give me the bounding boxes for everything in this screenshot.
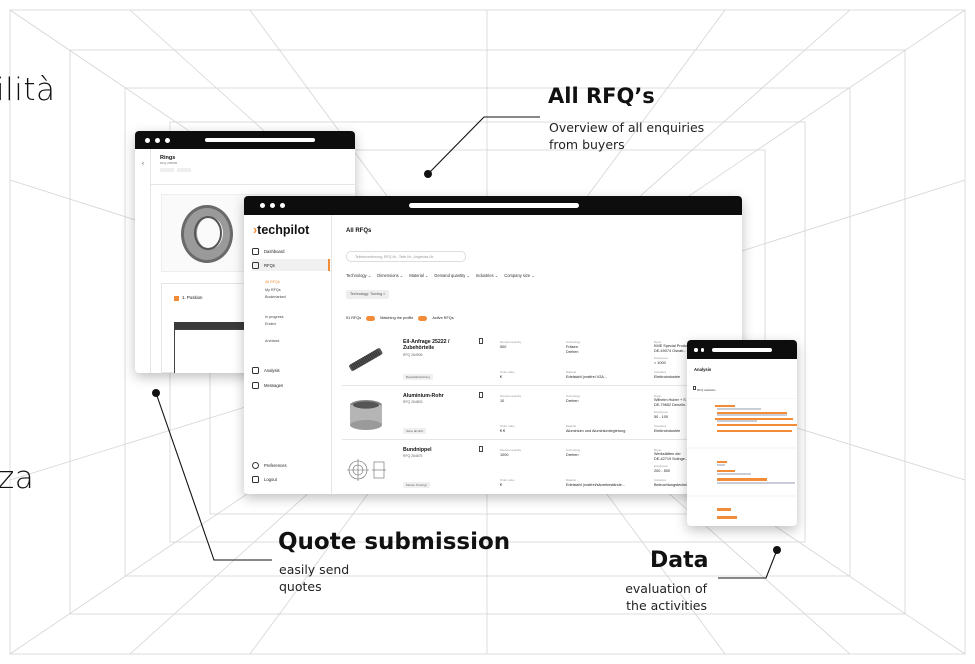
detail-tag [160, 168, 174, 172]
techpilot-logo[interactable]: ›techpilot [253, 223, 309, 237]
filter-material[interactable]: Material ⌄ [409, 273, 428, 278]
rfq-tag: Serie ähnlich [403, 428, 427, 434]
callout-data-title: Data [650, 548, 709, 573]
filter-technology[interactable]: Technology ⌄ [346, 273, 371, 278]
rfq-count: 51 RFQs [346, 316, 362, 321]
callout-quote-subtitle: easily send quotes [279, 562, 350, 594]
bookmark-icon[interactable] [479, 446, 483, 452]
callout-all-rfqs-subtitle: Overview of all enquiries from buyers [549, 120, 705, 152]
position-label: 1. Position [182, 295, 203, 300]
search-input[interactable]: Teilebezeichnung, RFQ-Nr., Teile-Nr., An… [346, 251, 466, 262]
window-dot [694, 348, 698, 352]
url-bar[interactable] [409, 203, 579, 208]
sidebar-item-logout[interactable]: Logout [252, 473, 330, 485]
stats-icon [693, 386, 696, 390]
sidebar-item-my-rfqs[interactable]: My RFQs [265, 288, 281, 292]
analysis-window: Analysis RFQ statistics [687, 340, 797, 526]
window-dot [145, 138, 150, 143]
rfq-number: RFQ 264675 [403, 454, 423, 458]
filter-industries[interactable]: Industries ⌄ [476, 273, 498, 278]
table-row[interactable]: Aluminium-Rohr RFQ 264803 Serie ähnlich … [342, 388, 742, 440]
sidebar-item-in-progress[interactable]: In progress [265, 315, 283, 319]
position-marker-icon [174, 296, 179, 301]
window-dot [280, 203, 285, 208]
toggle-active-rfqs[interactable] [418, 316, 428, 321]
window-title-bar [244, 196, 742, 215]
filter-company-size[interactable]: Company size ⌄ [504, 273, 535, 278]
rfq-tag: Bestellabwicklung [403, 374, 433, 380]
edge-text-bottom: za [0, 460, 35, 496]
ring-part-image [181, 205, 233, 263]
filter-demand-quantity[interactable]: Demand quantity ⌄ [434, 273, 470, 278]
url-bar[interactable] [712, 348, 772, 352]
analysis-title: Analysis [694, 367, 712, 372]
window-dot [165, 138, 170, 143]
edge-text-top: ilità [0, 72, 56, 108]
filter-dimensions[interactable]: Dimensions ⌄ [377, 273, 403, 278]
rfq-detail-number: RFQ 265806 [160, 161, 178, 165]
toggle-active-label: Active RFQs [432, 316, 454, 321]
callout-quote-title: Quote submission [278, 529, 511, 555]
sidebar-item-ended[interactable]: Ended [265, 322, 276, 326]
sidebar-item-all-rfqs[interactable]: All RFQs [265, 280, 280, 284]
part-image-bolt [349, 348, 383, 371]
table-row[interactable]: Eil-Anfrage 25222 / Zubehörteile RFQ 264… [342, 334, 742, 386]
part-image-tube [350, 400, 382, 430]
sidebar-item-preferences[interactable]: Preferences [252, 459, 330, 471]
bookmark-icon[interactable] [479, 392, 483, 398]
window-dot [270, 203, 275, 208]
bookmark-icon[interactable] [479, 338, 483, 344]
rfq-title[interactable]: Eil-Anfrage 25222 / Zubehörteile [403, 339, 463, 352]
filter-bar: Technology ⌄ Dimensions ⌄ Material ⌄ Dem… [346, 273, 535, 278]
url-bar[interactable] [205, 138, 315, 142]
callout-all-rfqs-title: All RFQ’s [548, 84, 655, 108]
sidebar-item-rfqs[interactable]: RFQs [252, 259, 330, 271]
sidebar-item-bookmarked[interactable]: Bookmarked [265, 295, 286, 299]
detail-sidebar [135, 149, 151, 373]
part-image-nipple-drawing [347, 459, 386, 481]
home-icon [252, 247, 259, 255]
gear-icon [252, 461, 259, 469]
all-rfqs-window: ›techpilot Dashboard RFQs All RFQs My RF… [244, 196, 742, 494]
rfq-icon [252, 261, 259, 269]
main-content: All RFQs Teilebezeichnung, RFQ-Nr., Teil… [332, 215, 742, 494]
sidebar-item-messages[interactable]: Messages [252, 379, 330, 391]
logo-text: techpilot [257, 223, 310, 237]
rfq-title[interactable]: Bundnippel [403, 447, 463, 453]
page-title: All RFQs [346, 228, 372, 234]
logout-icon [252, 475, 259, 483]
analysis-charts [687, 398, 797, 519]
window-dot [260, 203, 265, 208]
window-title-bar [135, 131, 355, 149]
rfq-count-bar: 51 RFQs Matching the profile Active RFQs [346, 316, 454, 321]
message-icon [252, 381, 259, 389]
sidebar-item-archived[interactable]: Archived [265, 339, 279, 343]
detail-tag [177, 168, 191, 172]
rfq-number: RFQ 264906 [403, 353, 423, 357]
rfq-number: RFQ 264803 [403, 400, 423, 404]
window-dot [155, 138, 160, 143]
toggle-matching-label: Matching the profile [380, 316, 414, 321]
callout-data-subtitle: evaluation of the activities [625, 581, 707, 613]
tab-rfq-statistics[interactable]: RFQ statistics [697, 388, 716, 392]
rfq-title[interactable]: Aluminium-Rohr [403, 393, 463, 399]
toggle-matching-profile[interactable] [366, 316, 376, 321]
back-chevron-icon[interactable]: ‹ [142, 161, 144, 167]
window-dot [700, 348, 704, 352]
bar-chart-icon [252, 366, 259, 374]
table-row[interactable]: Bundnippel RFQ 264675 Muster Prototyp De… [342, 442, 742, 494]
sidebar-item-dashboard[interactable]: Dashboard [252, 245, 330, 257]
sidebar: ›techpilot Dashboard RFQs All RFQs My RF… [244, 215, 332, 494]
rfq-tag: Muster Prototyp [403, 482, 431, 488]
active-filter-chip[interactable]: Technology: Turning × [346, 290, 390, 299]
window-title-bar [687, 340, 797, 359]
sidebar-item-analysis[interactable]: Analysis [252, 364, 330, 376]
